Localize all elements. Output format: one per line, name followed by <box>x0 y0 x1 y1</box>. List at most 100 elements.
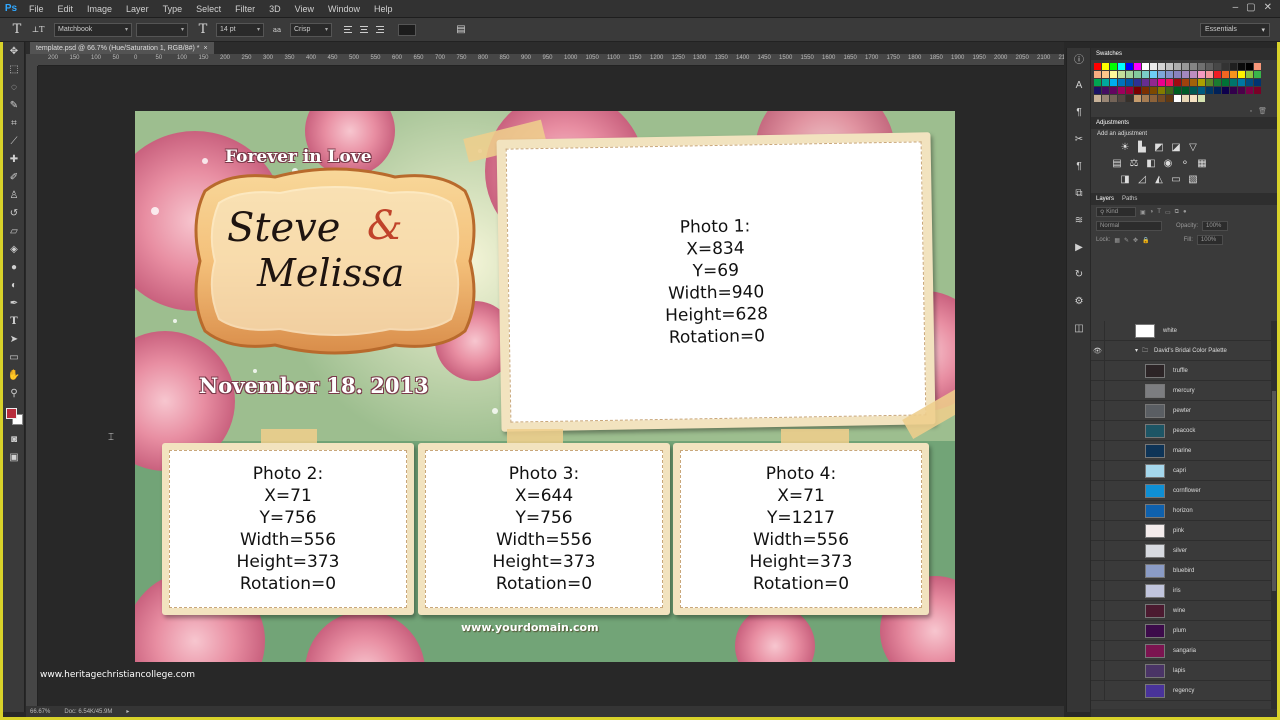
brightness-icon[interactable]: ☀ <box>1119 141 1131 153</box>
font-family-select[interactable]: Matchbook ▾ <box>54 22 132 37</box>
close-window-button[interactable]: ✕ <box>1264 2 1272 13</box>
opacity-field[interactable]: 100% <box>1202 221 1229 231</box>
clone-source-icon[interactable]: ⧉ <box>1067 183 1091 203</box>
foreground-color-swatch[interactable] <box>6 408 17 419</box>
ruler-origin[interactable] <box>26 54 38 66</box>
color-swatch[interactable] <box>1134 79 1141 86</box>
pen-tool-icon[interactable]: ✒ <box>3 294 25 312</box>
lock-position-icon[interactable]: ✥ <box>1133 237 1138 244</box>
color-swatch[interactable] <box>1158 87 1165 94</box>
color-swatch[interactable] <box>1110 79 1117 86</box>
color-swatch[interactable] <box>1190 79 1197 86</box>
align-center-icon[interactable] <box>358 23 372 37</box>
color-swatch[interactable] <box>1230 79 1237 86</box>
brush-presets-icon[interactable]: ≋ <box>1067 210 1091 230</box>
actions-panel-icon[interactable]: ▶ <box>1067 237 1091 257</box>
color-swatch[interactable] <box>1142 71 1149 78</box>
color-swatch[interactable] <box>1102 95 1109 102</box>
color-swatch[interactable] <box>1126 63 1133 70</box>
hand-tool-icon[interactable]: ✋ <box>3 366 25 384</box>
color-swatch[interactable] <box>1126 95 1133 102</box>
visibility-eye-icon[interactable] <box>1091 400 1105 421</box>
close-tab-icon[interactable]: × <box>204 45 208 52</box>
menu-layer[interactable]: Layer <box>119 4 156 14</box>
layer-row[interactable]: lapis <box>1091 660 1277 681</box>
visibility-eye-icon[interactable] <box>1091 600 1105 621</box>
color-swatch[interactable] <box>1142 63 1149 70</box>
group-expand-icon[interactable]: ▾ <box>1135 347 1138 354</box>
dodge-tool-icon[interactable]: ◐ <box>3 276 25 294</box>
color-swatch[interactable] <box>1166 87 1173 94</box>
layer-row[interactable]: silver <box>1091 540 1277 561</box>
type-tool-icon[interactable]: T <box>3 312 25 330</box>
color-swatch[interactable] <box>1110 95 1117 102</box>
color-swatch[interactable] <box>1110 87 1117 94</box>
color-swatch[interactable] <box>1198 79 1205 86</box>
color-swatch[interactable] <box>1238 87 1245 94</box>
color-swatch[interactable] <box>1118 63 1125 70</box>
layer-row[interactable]: mercury <box>1091 380 1277 401</box>
maximize-button[interactable]: ▢ <box>1246 2 1255 13</box>
color-swatch[interactable] <box>1102 79 1109 86</box>
color-swatch[interactable] <box>1246 79 1253 86</box>
filter-toggle-icon[interactable]: ● <box>1183 209 1187 215</box>
character-panel-icon[interactable]: A <box>1067 75 1091 95</box>
visibility-eye-icon[interactable] <box>1091 440 1105 461</box>
menu-help[interactable]: Help <box>367 4 400 14</box>
layer-row[interactable]: truffle <box>1091 360 1277 381</box>
posterize-icon[interactable]: ◿ <box>1136 173 1148 185</box>
antialias-select[interactable]: Crisp ▾ <box>290 22 332 37</box>
type-filter-icon[interactable]: T <box>1157 209 1161 215</box>
photo-1-placeholder[interactable]: Photo 1: X=834 Y=69 Width=940 Height=628… <box>505 141 927 423</box>
photo-1-frame[interactable]: Photo 1: X=834 Y=69 Width=940 Height=628… <box>496 132 936 432</box>
crop-tool-icon[interactable]: ⌗ <box>3 114 25 132</box>
pixel-filter-icon[interactable]: ▣ <box>1140 209 1146 216</box>
photo-3-placeholder[interactable]: Photo 3: X=644 Y=756 Width=556 Height=37… <box>425 450 663 608</box>
color-swatch[interactable] <box>1222 71 1229 78</box>
font-style-select[interactable]: ▾ <box>136 22 188 37</box>
menu-3d[interactable]: 3D <box>262 4 288 14</box>
menu-image[interactable]: Image <box>80 4 119 14</box>
color-swatch[interactable] <box>1190 87 1197 94</box>
eyedropper-tool-icon[interactable]: ⟋ <box>3 132 25 150</box>
horizontal-ruler[interactable]: 200 150 100 50 0 50 100 150 200 250 300 350 400 450 50… <box>38 54 1064 66</box>
color-swatch[interactable] <box>1158 95 1165 102</box>
layer-row[interactable]: wine <box>1091 600 1277 621</box>
color-swatch[interactable] <box>1158 79 1165 86</box>
visibility-eye-icon[interactable] <box>1091 660 1105 681</box>
scrollbar-thumb[interactable] <box>1272 391 1276 591</box>
layer-row[interactable]: capri <box>1091 460 1277 481</box>
visibility-eye-icon[interactable] <box>1091 320 1105 341</box>
layer-row[interactable]: iris <box>1091 580 1277 601</box>
warp-text-icon[interactable]: ▤ <box>452 21 470 39</box>
menu-window[interactable]: Window <box>321 4 367 14</box>
workspace-select[interactable]: Essentials ▾ <box>1200 23 1270 37</box>
color-swatch[interactable] <box>1118 95 1125 102</box>
color-swatch[interactable] <box>1174 71 1181 78</box>
color-swatch[interactable] <box>1150 95 1157 102</box>
visibility-eye-icon[interactable] <box>1091 420 1105 441</box>
menu-edit[interactable]: Edit <box>51 4 81 14</box>
screen-mode-icon[interactable]: ▣ <box>3 448 25 466</box>
visibility-eye-icon[interactable] <box>1091 640 1105 661</box>
color-swatch[interactable] <box>1126 71 1133 78</box>
color-swatch[interactable] <box>1134 63 1141 70</box>
photo-4-placeholder[interactable]: Photo 4: X=71 Y=1217 Width=556 Height=37… <box>680 450 922 608</box>
blur-tool-icon[interactable]: ● <box>3 258 25 276</box>
visibility-eye-icon[interactable] <box>1091 460 1105 481</box>
color-swatch[interactable] <box>1174 95 1181 102</box>
eraser-tool-icon[interactable]: ▱ <box>3 222 25 240</box>
move-tool-icon[interactable]: ✥ <box>3 42 25 60</box>
color-swatch[interactable] <box>1182 95 1189 102</box>
info-panel-icon[interactable]: ⓘ <box>1067 48 1091 68</box>
color-picker[interactable] <box>3 402 24 430</box>
color-swatch[interactable] <box>1198 95 1205 102</box>
color-swatch[interactable] <box>1230 63 1237 70</box>
visibility-eye-icon[interactable] <box>1091 500 1105 521</box>
invert-icon[interactable]: ◨ <box>1119 173 1131 185</box>
layer-row[interactable]: horizon <box>1091 500 1277 521</box>
menu-filter[interactable]: Filter <box>228 4 262 14</box>
color-swatch[interactable] <box>1206 79 1213 86</box>
menu-select[interactable]: Select <box>189 4 228 14</box>
layer-row[interactable]: regency <box>1091 680 1277 701</box>
